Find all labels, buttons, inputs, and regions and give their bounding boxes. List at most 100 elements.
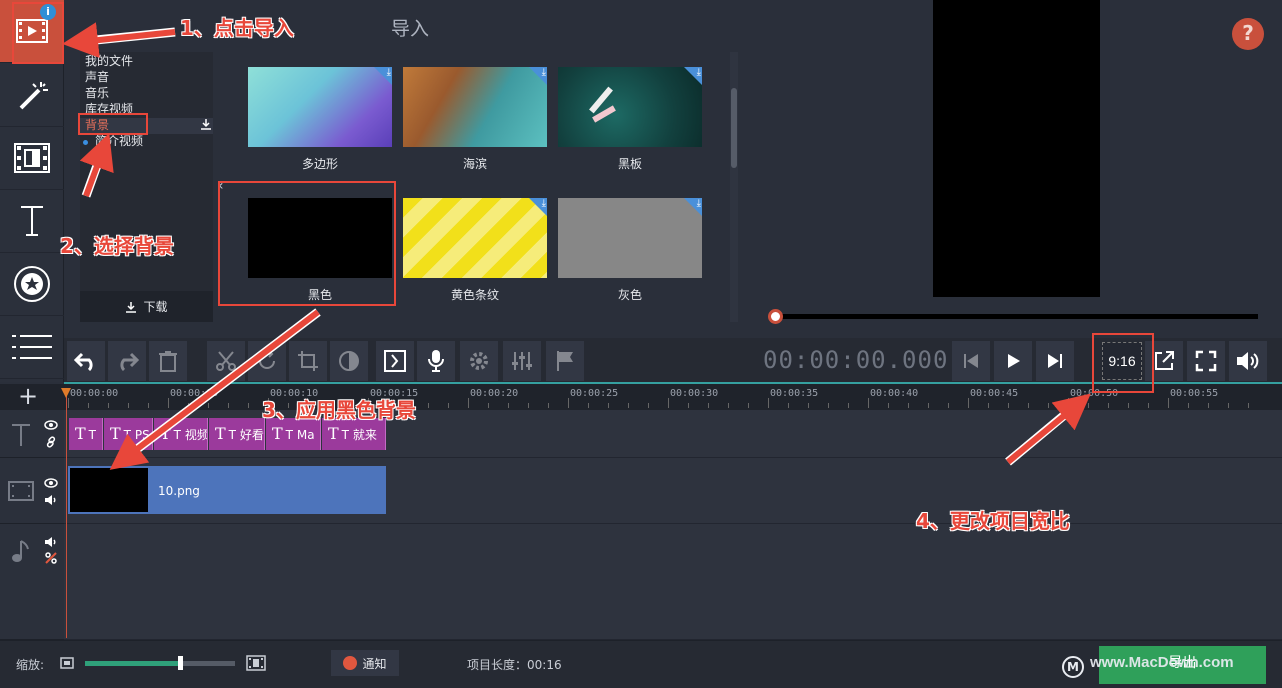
crop-button[interactable] — [289, 341, 327, 381]
ruler-label: 00:00:55 — [1170, 388, 1219, 399]
help-button[interactable]: ? — [1232, 18, 1264, 50]
ruler-tick — [628, 403, 629, 408]
gear-icon — [470, 352, 488, 370]
ruler-tick — [188, 403, 189, 408]
redo-button[interactable] — [108, 341, 146, 381]
eye-icon[interactable] — [44, 478, 58, 488]
transitions-button[interactable] — [0, 127, 64, 190]
ruler-tick — [1108, 403, 1109, 408]
link-icon[interactable] — [45, 436, 57, 448]
undo-icon — [74, 352, 93, 371]
zoom-out-film-icon[interactable] — [60, 657, 74, 669]
watermark: www.MacDown.com — [1090, 654, 1234, 671]
download-icon[interactable] — [200, 118, 212, 130]
background-polygon[interactable]: ⤓ — [248, 67, 392, 147]
ruler-tick — [1008, 403, 1009, 408]
seek-bar[interactable] — [772, 314, 1258, 319]
ruler-tick — [548, 403, 549, 408]
ruler-label: 00:00:00 — [70, 388, 119, 399]
bullet-dot-icon — [83, 140, 88, 145]
ruler-tick — [148, 403, 149, 408]
fullscreen-icon — [1195, 350, 1217, 372]
background-chalkboard[interactable]: ⤓ — [558, 67, 702, 147]
ruler-tick — [228, 403, 229, 408]
volume-button[interactable] — [1229, 341, 1267, 381]
microphone-icon — [428, 350, 444, 372]
undo-button[interactable] — [67, 341, 105, 381]
play-button[interactable] — [994, 341, 1032, 381]
ruler-tick — [508, 403, 509, 408]
fullscreen-button[interactable] — [1187, 341, 1225, 381]
category-music[interactable]: 音乐 — [85, 85, 109, 101]
annotation-box-background — [78, 113, 148, 135]
more-tools-button[interactable] — [0, 316, 64, 379]
delete-button[interactable] — [149, 341, 187, 381]
ruler-label: 00:00:25 — [570, 388, 619, 399]
record-voice-button[interactable] — [417, 341, 455, 381]
eye-icon[interactable] — [44, 420, 58, 430]
ruler-label: 00:00:35 — [770, 388, 819, 399]
ruler-tick — [1088, 403, 1089, 408]
titles-button[interactable] — [0, 190, 64, 253]
playhead-handle[interactable] — [61, 388, 71, 398]
stickers-button[interactable] — [0, 253, 64, 316]
download-icon: ⤓ — [386, 67, 391, 78]
ruler-tick — [208, 403, 209, 408]
title-clip[interactable]: TT — [69, 418, 103, 450]
title-clip[interactable]: TT 好看 — [209, 418, 265, 450]
rotate-button[interactable] — [248, 341, 286, 381]
unlink-icon[interactable] — [45, 552, 57, 564]
next-frame-button[interactable] — [1036, 341, 1074, 381]
ruler-tick — [1068, 398, 1069, 408]
marker-button[interactable] — [546, 341, 584, 381]
ruler-tick — [88, 403, 89, 408]
equalizer-button[interactable] — [503, 341, 541, 381]
transition-wizard-button[interactable] — [376, 341, 414, 381]
download-button[interactable]: 下载 — [80, 291, 213, 322]
category-sound[interactable]: 声音 — [85, 69, 109, 85]
category-my-files[interactable]: 我的文件 — [85, 53, 133, 69]
category-intro-video[interactable]: 简介视频 — [95, 133, 143, 149]
ruler-tick — [1248, 403, 1249, 408]
speaker-icon[interactable] — [44, 494, 58, 506]
settings-button[interactable] — [460, 341, 498, 381]
ruler-tick — [1188, 403, 1189, 408]
ruler-tick — [748, 403, 749, 408]
title-clip[interactable]: TT 视频 — [154, 418, 208, 450]
annotation-step4: 4、更改项目宽比 — [916, 509, 1070, 533]
ruler-label: 00:00:20 — [470, 388, 519, 399]
color-adjust-button[interactable] — [330, 341, 368, 381]
playhead[interactable] — [66, 388, 67, 638]
thumb-label: 黑板 — [617, 157, 642, 171]
seek-knob[interactable] — [768, 309, 783, 324]
cut-button[interactable] — [207, 341, 245, 381]
skip-back-icon — [964, 354, 978, 368]
ruler-tick — [988, 403, 989, 408]
zoom-label: 缩放: — [16, 658, 45, 672]
ruler-tick — [688, 403, 689, 408]
previous-frame-button[interactable] — [952, 341, 990, 381]
title-track-header — [0, 410, 64, 458]
play-icon — [1008, 354, 1020, 368]
add-track-icon[interactable]: + — [18, 384, 38, 408]
annotation-box-black — [218, 181, 396, 306]
ruler-tick — [868, 398, 869, 408]
list-icon — [12, 335, 52, 359]
effects-button[interactable] — [0, 64, 64, 127]
zoom-slider-knob[interactable] — [178, 656, 183, 670]
background-gray[interactable]: ⤓ — [558, 198, 702, 278]
title-clip[interactable]: TT PS — [104, 418, 153, 450]
ruler-tick — [1128, 403, 1129, 408]
notifications-button[interactable]: 通知 — [331, 650, 399, 676]
background-seaside[interactable]: ⤓ — [403, 67, 547, 147]
ruler-label: 00:00:45 — [970, 388, 1019, 399]
ruler-tick — [788, 403, 789, 408]
download-icon: ⤓ — [541, 67, 546, 78]
ruler-tick — [1228, 403, 1229, 408]
background-yellow-stripes[interactable]: ⤓ — [403, 198, 547, 278]
download-icon — [126, 301, 137, 313]
zoom-in-film-icon[interactable] — [246, 655, 266, 671]
speaker-icon[interactable] — [44, 536, 58, 548]
annotation-step1: 1、点击导入 — [180, 16, 294, 40]
library-scroll-thumb[interactable] — [731, 88, 737, 168]
